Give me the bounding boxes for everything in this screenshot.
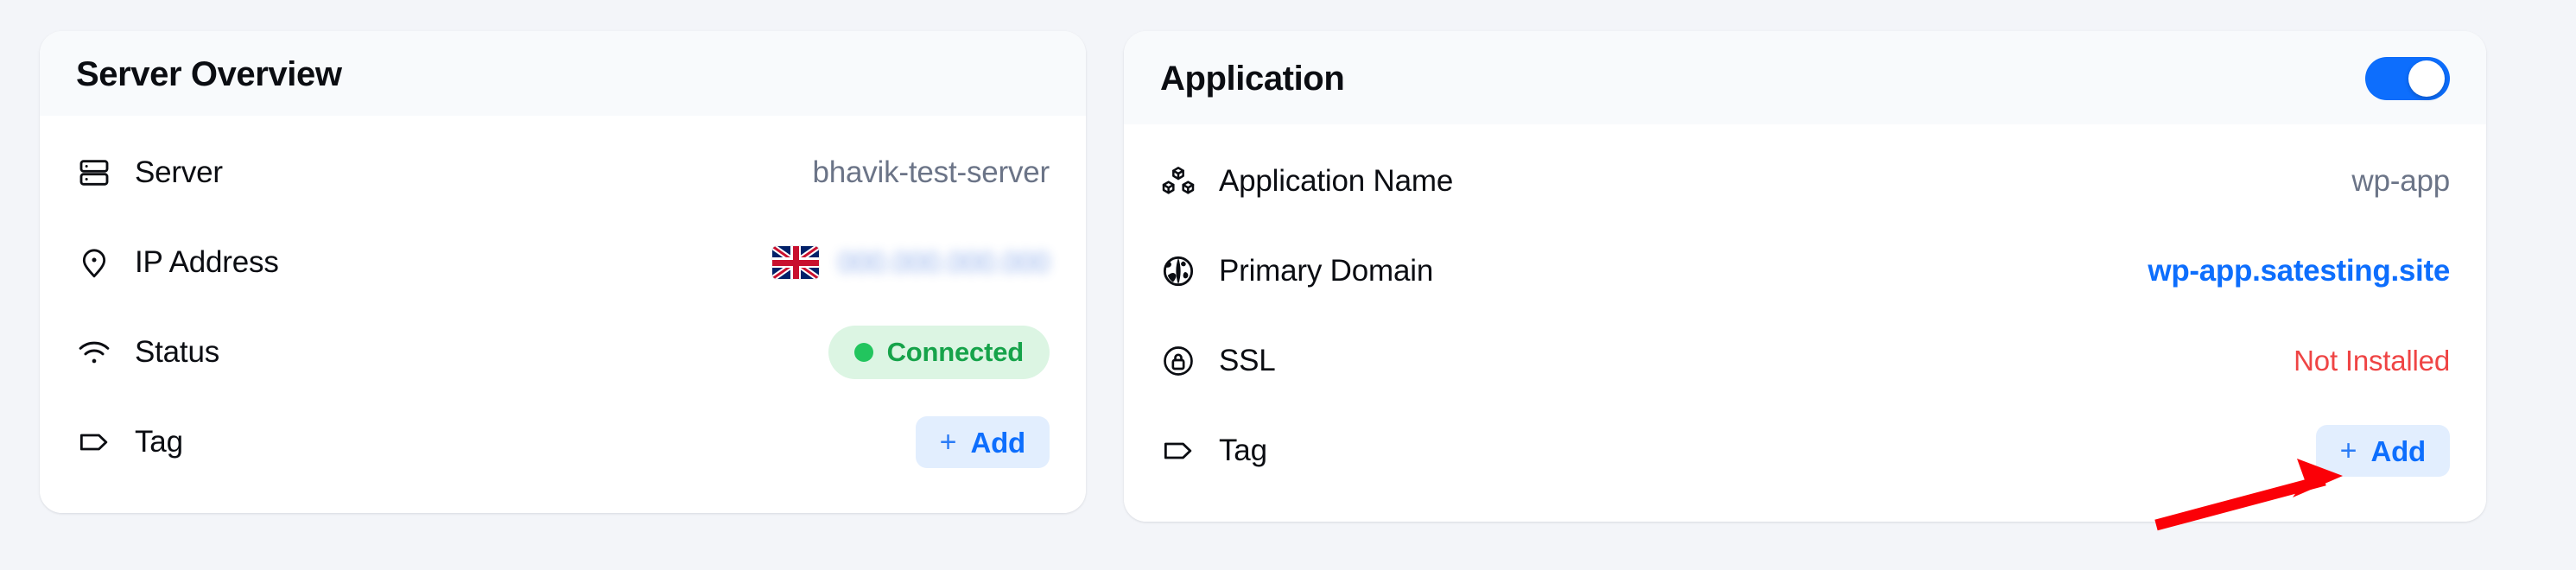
application-tag-row: Tag + Add — [1160, 406, 2450, 496]
application-tag-row-label: Tag — [1219, 434, 1267, 468]
server-tag-add-button[interactable]: + Add — [916, 416, 1050, 468]
dashboard-cards-container: Server Overview Server — [0, 0, 2576, 570]
server-tag-add-label: Add — [970, 428, 1025, 457]
application-tag-row-left: Tag — [1160, 433, 1267, 469]
ip-address-row-right: 000.000.000.000 — [772, 246, 1050, 279]
application-card: Application — [1124, 31, 2486, 522]
application-name-row: Application Name wp-app — [1160, 136, 2450, 226]
application-name-value: wp-app — [2351, 164, 2450, 199]
application-name-row-left: Application Name — [1160, 163, 1453, 200]
status-dot-icon — [854, 343, 873, 362]
server-name-value: bhavik-test-server — [812, 155, 1050, 190]
application-card-header: Application — [1124, 31, 2486, 124]
tag-icon — [1160, 433, 1196, 469]
server-overview-card-header: Server Overview — [40, 31, 1086, 116]
uk-flag-icon — [772, 246, 819, 279]
ip-address-row-label: IP Address — [135, 245, 279, 280]
ssl-row-label: SSL — [1219, 344, 1276, 378]
status-badge: Connected — [828, 326, 1050, 379]
globe-icon — [1160, 253, 1196, 289]
server-row: Server bhavik-test-server — [76, 128, 1050, 218]
application-name-row-label: Application Name — [1219, 164, 1453, 199]
server-overview-card-body: Server bhavik-test-server IP Address — [40, 116, 1086, 513]
application-tag-add-label: Add — [2370, 437, 2426, 466]
server-icon — [76, 155, 112, 191]
server-row-label: Server — [135, 155, 223, 190]
server-tag-row-label: Tag — [135, 425, 183, 459]
lock-circle-icon — [1160, 343, 1196, 379]
tag-icon — [76, 424, 112, 460]
server-overview-card: Server Overview Server — [40, 31, 1086, 513]
primary-domain-row-left: Primary Domain — [1160, 253, 1433, 289]
ip-address-row-left: IP Address — [76, 244, 279, 281]
application-tag-add-button[interactable]: + Add — [2316, 425, 2450, 477]
primary-domain-row-right: wp-app.satesting.site — [2148, 254, 2450, 288]
primary-domain-row: Primary Domain wp-app.satesting.site — [1160, 226, 2450, 316]
boxes-icon — [1160, 163, 1196, 200]
wifi-icon — [76, 334, 112, 370]
ssl-status-value: Not Installed — [2294, 345, 2450, 377]
ssl-row: SSL Not Installed — [1160, 316, 2450, 406]
application-tag-row-right: + Add — [2316, 425, 2450, 477]
application-title: Application — [1160, 61, 1344, 96]
plus-icon: + — [2340, 436, 2357, 466]
ssl-row-left: SSL — [1160, 343, 1276, 379]
toggle-knob — [2408, 60, 2445, 97]
status-row-label: Status — [135, 335, 219, 370]
primary-domain-link[interactable]: wp-app.satesting.site — [2148, 254, 2450, 288]
server-tag-row: Tag + Add — [76, 397, 1050, 487]
server-tag-row-left: Tag — [76, 424, 183, 460]
server-row-right: bhavik-test-server — [812, 155, 1050, 190]
application-card-body: Application Name wp-app — [1124, 124, 2486, 522]
application-toggle[interactable] — [2365, 57, 2450, 100]
plus-icon: + — [940, 428, 957, 457]
application-name-row-right: wp-app — [2351, 164, 2450, 199]
map-pin-icon — [76, 244, 112, 281]
ip-address-redacted-value: 000.000.000.000 — [838, 246, 1050, 279]
server-overview-title: Server Overview — [76, 57, 342, 92]
ip-address-value-group: 000.000.000.000 — [772, 246, 1050, 279]
status-row: Status Connected — [76, 307, 1050, 397]
ssl-row-right: Not Installed — [2294, 345, 2450, 377]
status-row-right: Connected — [828, 326, 1050, 379]
primary-domain-row-label: Primary Domain — [1219, 254, 1433, 288]
status-row-left: Status — [76, 334, 219, 370]
server-row-left: Server — [76, 155, 223, 191]
status-badge-label: Connected — [887, 337, 1024, 368]
server-tag-row-right: + Add — [916, 416, 1050, 468]
ip-address-row: IP Address 000.000.000.000 — [76, 218, 1050, 307]
